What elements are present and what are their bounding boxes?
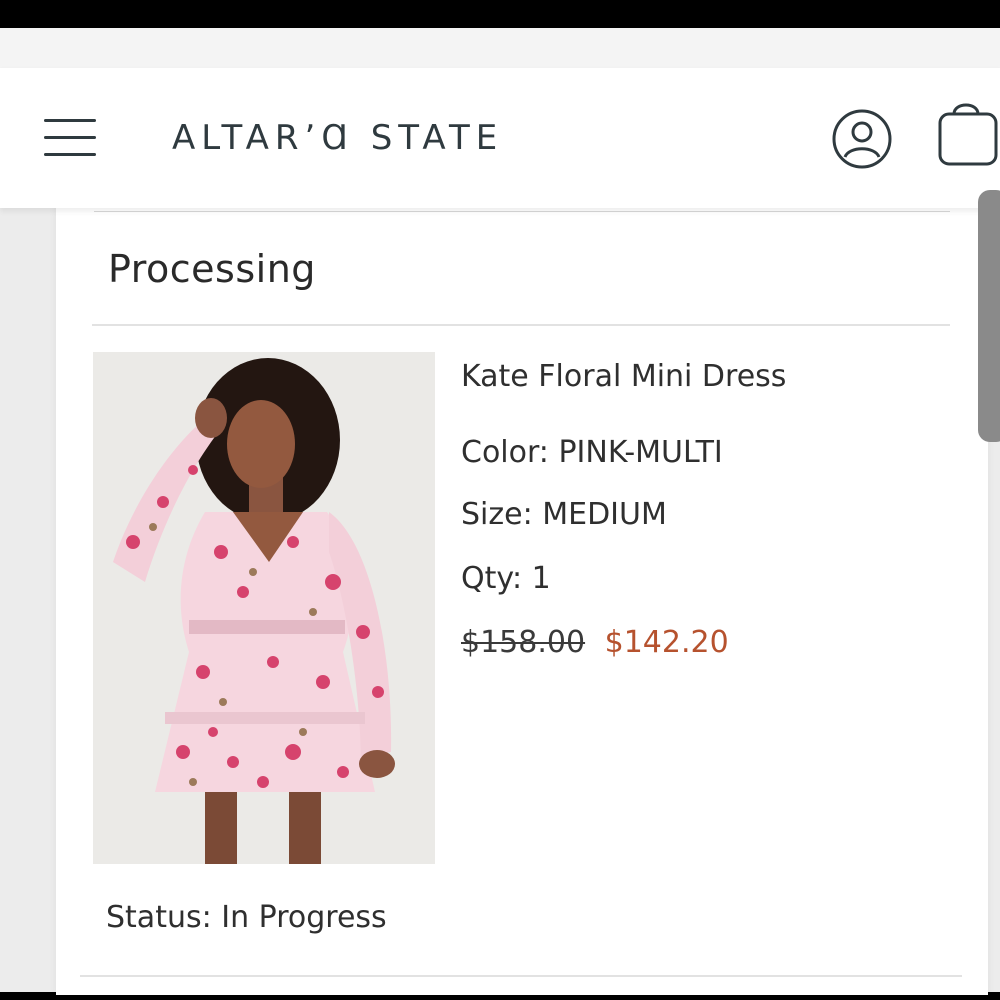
order-card: Processing Kate Floral Mini Dress Color:…	[56, 195, 988, 995]
card-top-border	[94, 211, 950, 212]
brand-logo[interactable]: ALTAR’Ɑ STATE	[172, 118, 503, 158]
sale-price: $142.20	[604, 625, 729, 660]
product-price: $158.00 $142.20	[461, 625, 729, 660]
page-top-gap	[0, 28, 1000, 68]
shopping-bag-icon[interactable]	[936, 100, 1000, 170]
site-header: ALTAR’Ɑ STATE	[0, 68, 1000, 208]
section-title: Processing	[108, 247, 316, 291]
product-quantity: Qty: 1	[461, 561, 551, 596]
order-status: Status: In Progress	[106, 900, 387, 935]
section-divider	[92, 324, 950, 326]
product-color: Color: PINK-MULTI	[461, 435, 723, 470]
product-size: Size: MEDIUM	[461, 497, 667, 532]
device-status-bar	[0, 0, 1000, 28]
bottom-divider	[80, 975, 962, 977]
original-price: $158.00	[461, 625, 586, 660]
hamburger-menu-icon[interactable]	[44, 119, 96, 157]
scrollbar-handle[interactable]	[978, 190, 1000, 442]
product-image[interactable]	[93, 352, 435, 864]
product-name-link[interactable]: Kate Floral Mini Dress	[461, 359, 786, 394]
user-account-icon[interactable]	[831, 108, 893, 170]
